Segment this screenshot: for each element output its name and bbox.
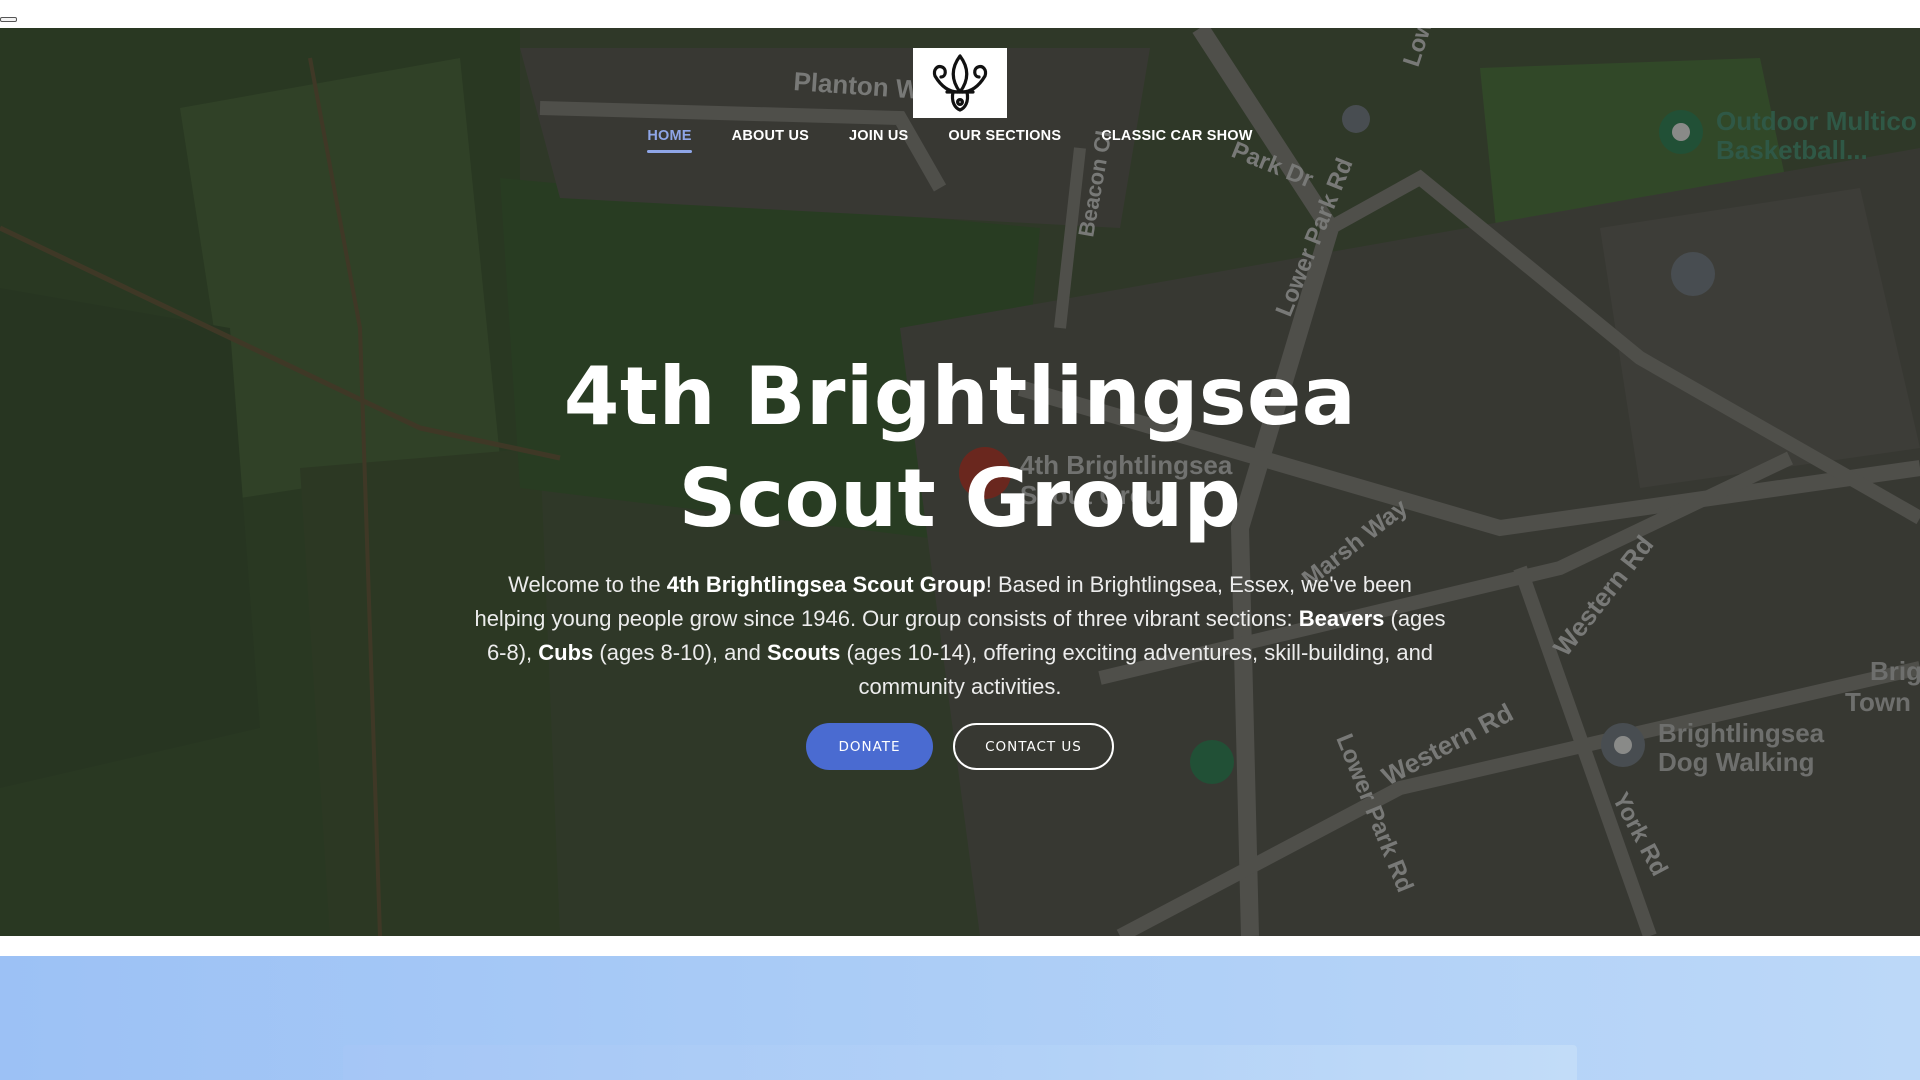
top-bar — [0, 0, 1920, 28]
nav-our-sections[interactable]: OUR SECTIONS — [948, 128, 1061, 153]
hero-buttons: DONATE CONTACT US — [0, 723, 1920, 770]
section-divider — [0, 936, 1920, 956]
fleur-de-lis-icon — [932, 54, 988, 112]
page-title: 4th Brightlingsea Scout Group — [0, 346, 1920, 550]
intro-group-name: 4th Brightlingsea Scout Group — [666, 572, 986, 597]
intro-part-5: (ages 10-14), offering exciting adventur… — [840, 640, 1434, 699]
nav-classic-car-show[interactable]: CLASSIC CAR SHOW — [1101, 128, 1252, 153]
intro-beavers: Beavers — [1298, 606, 1385, 631]
next-section — [0, 956, 1920, 1080]
hero-intro: Welcome to the 4th Brightlingsea Scout G… — [470, 568, 1450, 704]
hero-section: Planton W Park Dr Lower Park Rd Beacon C… — [0, 28, 1920, 936]
intro-part-4: (ages 8-10), and — [593, 640, 767, 665]
title-line-2: Scout Group — [678, 452, 1242, 545]
menu-toggle-button[interactable] — [0, 17, 17, 22]
next-section-card — [343, 1045, 1577, 1080]
intro-scouts: Scouts — [766, 640, 841, 665]
nav-about-us[interactable]: ABOUT US — [732, 128, 809, 153]
main-nav: HOME ABOUT US JOIN US OUR SECTIONS CLASS… — [0, 128, 1920, 153]
donate-button[interactable]: DONATE — [806, 723, 933, 770]
nav-join-us[interactable]: JOIN US — [849, 128, 908, 153]
intro-cubs: Cubs — [538, 640, 594, 665]
title-line-1: 4th Brightlingsea — [563, 350, 1357, 443]
intro-part-1: Welcome to the — [508, 572, 667, 597]
site-logo[interactable] — [913, 48, 1007, 118]
nav-home[interactable]: HOME — [647, 128, 692, 153]
contact-us-button[interactable]: CONTACT US — [953, 723, 1114, 770]
